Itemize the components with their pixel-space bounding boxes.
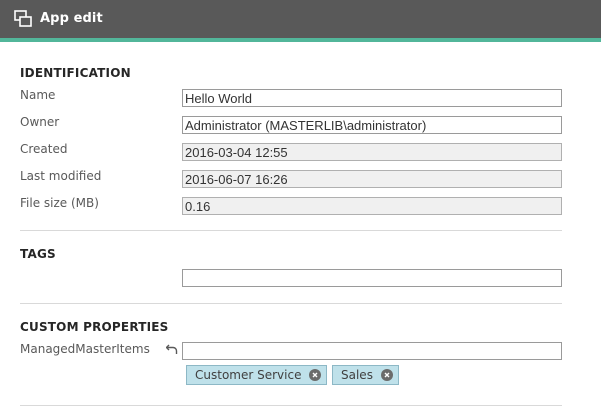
- remove-chip-icon[interactable]: [309, 369, 321, 381]
- file-size-label: File size (MB): [20, 196, 99, 210]
- file-size-field: [182, 197, 562, 215]
- custom-properties-heading: CUSTOM PROPERTIES: [20, 320, 169, 334]
- created-label: Created: [20, 142, 68, 156]
- app-edit-icon: [14, 10, 32, 27]
- section-divider: [20, 230, 562, 231]
- section-divider: [20, 405, 562, 406]
- chip-label: Sales: [341, 368, 373, 382]
- managed-master-items-field[interactable]: [182, 342, 562, 360]
- undo-icon[interactable]: [166, 343, 178, 355]
- name-field[interactable]: [182, 89, 562, 107]
- owner-field[interactable]: [182, 116, 562, 134]
- tags-field[interactable]: [182, 269, 562, 287]
- owner-label: Owner: [20, 115, 60, 129]
- window-title: App edit: [40, 11, 103, 26]
- name-label: Name: [20, 88, 56, 102]
- title-bar: App edit: [0, 0, 601, 42]
- tags-heading: TAGS: [20, 247, 56, 261]
- section-divider: [20, 303, 562, 304]
- last-modified-field: [182, 170, 562, 188]
- remove-chip-icon[interactable]: [381, 369, 393, 381]
- identification-heading: IDENTIFICATION: [20, 66, 131, 80]
- last-modified-label: Last modified: [20, 169, 102, 183]
- value-chip: Sales: [332, 365, 399, 385]
- created-field: [182, 143, 562, 161]
- chip-label: Customer Service: [195, 368, 302, 382]
- value-chip: Customer Service: [186, 365, 327, 385]
- managed-master-items-label: ManagedMasterItems: [20, 342, 150, 356]
